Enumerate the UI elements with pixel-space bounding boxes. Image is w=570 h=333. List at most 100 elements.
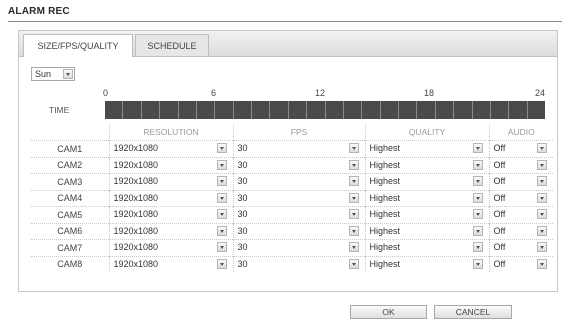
audio-select[interactable]: Off xyxy=(490,141,554,156)
fps-select[interactable]: 30 xyxy=(234,207,365,222)
timeline-segment[interactable] xyxy=(362,101,381,119)
chevron-down-icon[interactable] xyxy=(216,192,227,203)
quality-value: Highest xyxy=(369,192,401,203)
header-resolution: RESOLUTION xyxy=(108,124,233,141)
chevron-down-icon[interactable] xyxy=(537,258,547,269)
timeline-segment[interactable] xyxy=(270,101,289,119)
audio-select[interactable]: Off xyxy=(490,257,554,272)
timeline-segment[interactable] xyxy=(381,101,399,119)
chevron-down-icon[interactable] xyxy=(472,143,483,154)
resolution-select[interactable]: 1920x1080 xyxy=(110,207,233,222)
chevron-down-icon[interactable] xyxy=(472,258,483,269)
quality-select[interactable]: Highest xyxy=(366,207,489,222)
fps-select[interactable]: 30 xyxy=(234,257,365,272)
quality-select[interactable]: Highest xyxy=(366,191,489,206)
chevron-down-icon[interactable] xyxy=(348,143,359,154)
chevron-down-icon[interactable] xyxy=(216,176,227,187)
chevron-down-icon[interactable] xyxy=(348,192,359,203)
tab-size-fps-quality[interactable]: SIZE/FPS/QUALITY xyxy=(23,34,133,57)
chevron-down-icon[interactable] xyxy=(348,209,359,220)
timeline-segment[interactable] xyxy=(197,101,216,119)
resolution-select[interactable]: 1920x1080 xyxy=(110,141,233,156)
chevron-down-icon[interactable] xyxy=(537,225,547,236)
timeline-segment[interactable] xyxy=(160,101,179,119)
chevron-down-icon[interactable] xyxy=(348,242,359,253)
timeline-segment[interactable] xyxy=(454,101,473,119)
chevron-down-icon[interactable] xyxy=(537,143,547,154)
timeline-segment[interactable] xyxy=(234,101,252,119)
resolution-select[interactable]: 1920x1080 xyxy=(110,158,233,173)
chevron-down-icon[interactable] xyxy=(472,176,483,187)
audio-value: Off xyxy=(493,143,506,154)
chevron-down-icon[interactable] xyxy=(348,258,359,269)
audio-select[interactable]: Off xyxy=(490,191,554,206)
timeline-segment[interactable] xyxy=(326,101,344,119)
chevron-down-icon[interactable] xyxy=(348,159,359,170)
timeline-segment[interactable] xyxy=(436,101,455,119)
fps-select[interactable]: 30 xyxy=(234,158,365,173)
day-select[interactable]: Sun xyxy=(31,67,75,81)
timeline-segment[interactable] xyxy=(491,101,510,119)
chevron-down-icon[interactable] xyxy=(537,159,547,170)
timeline-segment[interactable] xyxy=(509,101,528,119)
chevron-down-icon[interactable] xyxy=(216,258,227,269)
chevron-down-icon[interactable] xyxy=(472,159,483,170)
resolution-select[interactable]: 1920x1080 xyxy=(110,224,233,239)
quality-select[interactable]: Highest xyxy=(366,174,489,189)
chevron-down-icon[interactable] xyxy=(216,242,227,253)
resolution-select[interactable]: 1920x1080 xyxy=(110,240,233,255)
timeline-segment[interactable] xyxy=(473,101,491,119)
resolution-select[interactable]: 1920x1080 xyxy=(110,191,233,206)
quality-cell: Highest xyxy=(364,140,489,157)
schedule-timeline-bar[interactable] xyxy=(105,101,545,119)
chevron-down-icon[interactable] xyxy=(348,176,359,187)
quality-select[interactable]: Highest xyxy=(366,224,489,239)
timeline-segment[interactable] xyxy=(289,101,308,119)
chevron-down-icon[interactable] xyxy=(216,143,227,154)
timeline-segment[interactable] xyxy=(252,101,271,119)
timeline-segment[interactable] xyxy=(105,101,124,119)
audio-select[interactable]: Off xyxy=(490,224,554,239)
audio-select[interactable]: Off xyxy=(490,174,554,189)
chevron-down-icon[interactable] xyxy=(63,69,73,79)
fps-select[interactable]: 30 xyxy=(234,224,365,239)
quality-select[interactable]: Highest xyxy=(366,141,489,156)
chevron-down-icon[interactable] xyxy=(216,159,227,170)
quality-select[interactable]: Highest xyxy=(366,257,489,272)
resolution-select[interactable]: 1920x1080 xyxy=(110,257,233,272)
chevron-down-icon[interactable] xyxy=(472,242,483,253)
chevron-down-icon[interactable] xyxy=(472,192,483,203)
cancel-button[interactable]: CANCEL xyxy=(434,305,512,319)
fps-select[interactable]: 30 xyxy=(234,191,365,206)
timeline-segment[interactable] xyxy=(307,101,326,119)
timeline-segment[interactable] xyxy=(142,101,161,119)
chevron-down-icon[interactable] xyxy=(537,209,547,220)
ok-button[interactable]: OK xyxy=(350,305,427,319)
timeline-segment[interactable] xyxy=(417,101,436,119)
tab-schedule[interactable]: SCHEDULE xyxy=(135,34,209,56)
chevron-down-icon[interactable] xyxy=(537,176,547,187)
chevron-down-icon[interactable] xyxy=(537,192,547,203)
timeline-segment[interactable] xyxy=(215,101,234,119)
chevron-down-icon[interactable] xyxy=(537,242,547,253)
chevron-down-icon[interactable] xyxy=(216,209,227,220)
audio-select[interactable]: Off xyxy=(490,158,554,173)
fps-select[interactable]: 30 xyxy=(234,174,365,189)
quality-value: Highest xyxy=(369,225,401,236)
chevron-down-icon[interactable] xyxy=(348,225,359,236)
quality-select[interactable]: Highest xyxy=(366,158,489,173)
timeline-segment[interactable] xyxy=(344,101,363,119)
timeline-segment[interactable] xyxy=(399,101,418,119)
fps-select[interactable]: 30 xyxy=(234,141,365,156)
chevron-down-icon[interactable] xyxy=(472,209,483,220)
timeline-segment[interactable] xyxy=(179,101,197,119)
chevron-down-icon[interactable] xyxy=(472,225,483,236)
timeline-segment[interactable] xyxy=(123,101,142,119)
resolution-select[interactable]: 1920x1080 xyxy=(110,174,233,189)
timeline-segment[interactable] xyxy=(528,101,545,119)
fps-select[interactable]: 30 xyxy=(234,240,365,255)
audio-select[interactable]: Off xyxy=(490,207,554,222)
audio-select[interactable]: Off xyxy=(490,240,554,255)
chevron-down-icon[interactable] xyxy=(216,225,227,236)
quality-select[interactable]: Highest xyxy=(366,240,489,255)
